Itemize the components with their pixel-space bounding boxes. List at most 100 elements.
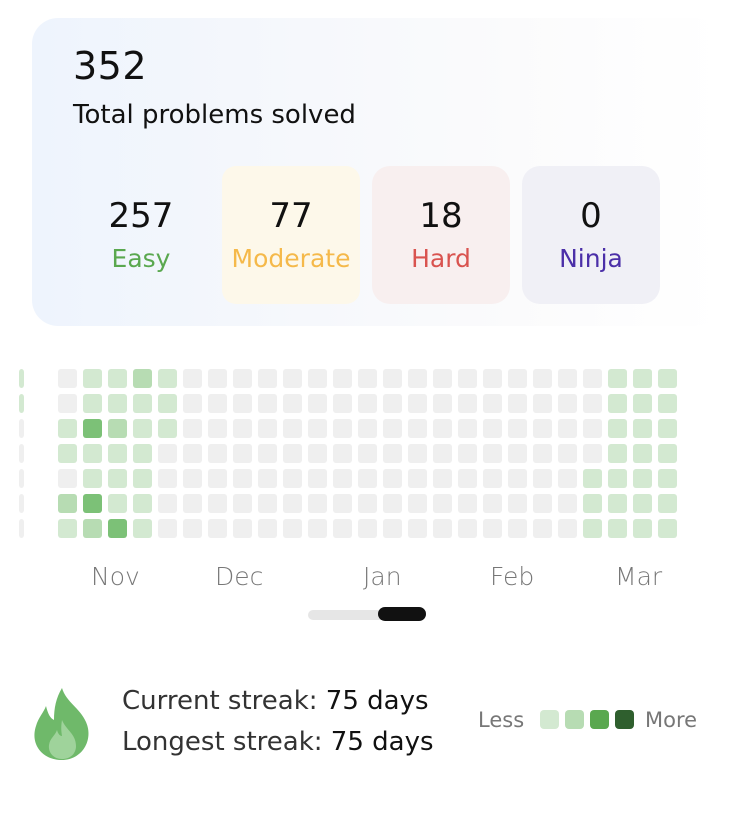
heatmap-cell[interactable] [158,369,177,388]
heatmap-cell[interactable] [558,419,577,438]
heatmap-cell[interactable] [383,369,402,388]
heatmap-cell[interactable] [358,444,377,463]
heatmap-scroll-thumb[interactable] [378,607,426,621]
heatmap-cell[interactable] [58,519,77,538]
heatmap-cell[interactable] [508,394,527,413]
heatmap-cell[interactable] [58,469,77,488]
heatmap-cell[interactable] [658,369,677,388]
heatmap-cell[interactable] [258,394,277,413]
heatmap-cell[interactable] [333,444,352,463]
heatmap-cell[interactable] [158,494,177,513]
heatmap-cell[interactable] [608,369,627,388]
heatmap-cell[interactable] [433,469,452,488]
heatmap-cell[interactable] [658,519,677,538]
heatmap-cell[interactable] [333,519,352,538]
heatmap-cell[interactable] [558,369,577,388]
heatmap-cell[interactable] [19,444,24,463]
heatmap-cell[interactable] [133,469,152,488]
heatmap-cell[interactable] [83,369,102,388]
heatmap-cell[interactable] [533,394,552,413]
heatmap-cell[interactable] [283,519,302,538]
heatmap-cell[interactable] [658,494,677,513]
heatmap-cell[interactable] [408,519,427,538]
heatmap-cell[interactable] [258,469,277,488]
heatmap-cell[interactable] [333,369,352,388]
heatmap-cell[interactable] [58,394,77,413]
heatmap-cell[interactable] [208,394,227,413]
heatmap-cell[interactable] [133,394,152,413]
heatmap-cell[interactable] [108,469,127,488]
heatmap-cell[interactable] [333,394,352,413]
heatmap-cell[interactable] [508,369,527,388]
heatmap-cell[interactable] [633,469,652,488]
heatmap-cell[interactable] [483,469,502,488]
heatmap-cell[interactable] [108,444,127,463]
heatmap-cell[interactable] [458,494,477,513]
heatmap-cell[interactable] [58,369,77,388]
heatmap-cell[interactable] [658,394,677,413]
heatmap-cell[interactable] [633,369,652,388]
heatmap-cell[interactable] [208,444,227,463]
heatmap-cell[interactable] [383,469,402,488]
heatmap-cell[interactable] [183,394,202,413]
heatmap-cell[interactable] [308,519,327,538]
heatmap-cell[interactable] [583,394,602,413]
heatmap-cell[interactable] [83,419,102,438]
heatmap-cell[interactable] [258,444,277,463]
heatmap-cell[interactable] [608,494,627,513]
heatmap-cell[interactable] [208,369,227,388]
heatmap-cell[interactable] [208,469,227,488]
heatmap-cell[interactable] [83,469,102,488]
heatmap-cell[interactable] [583,369,602,388]
heatmap-cell[interactable] [658,444,677,463]
heatmap-cell[interactable] [333,419,352,438]
heatmap-cell[interactable] [133,419,152,438]
heatmap-cell[interactable] [283,494,302,513]
heatmap-cell[interactable] [208,494,227,513]
heatmap-cell[interactable] [458,369,477,388]
heatmap-cell[interactable] [108,394,127,413]
heatmap-cell[interactable] [508,519,527,538]
heatmap-cell[interactable] [19,494,24,513]
heatmap-cell[interactable] [433,519,452,538]
heatmap-cell[interactable] [358,494,377,513]
heatmap-cell[interactable] [158,394,177,413]
heatmap-cell[interactable] [158,444,177,463]
heatmap-cell[interactable] [458,419,477,438]
heatmap-cell[interactable] [433,419,452,438]
heatmap-cell[interactable] [133,444,152,463]
heatmap-cell[interactable] [19,394,24,413]
heatmap-cell[interactable] [508,419,527,438]
heatmap-cell[interactable] [283,469,302,488]
heatmap-cell[interactable] [583,419,602,438]
heatmap-cell[interactable] [58,419,77,438]
heatmap-cell[interactable] [508,469,527,488]
heatmap-cell[interactable] [83,444,102,463]
heatmap-cell[interactable] [458,469,477,488]
heatmap-cell[interactable] [383,394,402,413]
heatmap-cell[interactable] [433,444,452,463]
heatmap-cell[interactable] [308,369,327,388]
heatmap-cell[interactable] [283,419,302,438]
heatmap-cell[interactable] [283,444,302,463]
heatmap-cell[interactable] [533,419,552,438]
heatmap-cell[interactable] [233,369,252,388]
heatmap-cell[interactable] [183,369,202,388]
heatmap-cell[interactable] [433,494,452,513]
heatmap-cell[interactable] [583,469,602,488]
heatmap-cell[interactable] [83,394,102,413]
heatmap-cell[interactable] [458,444,477,463]
heatmap-cell[interactable] [433,369,452,388]
heatmap-cell[interactable] [358,519,377,538]
heatmap-cell[interactable] [483,444,502,463]
heatmap-cell[interactable] [383,444,402,463]
heatmap-cell[interactable] [133,369,152,388]
heatmap-cell[interactable] [183,444,202,463]
heatmap-cell[interactable] [19,419,24,438]
heatmap-cell[interactable] [308,494,327,513]
heatmap-cell[interactable] [133,494,152,513]
heatmap-cell[interactable] [108,494,127,513]
heatmap-cell[interactable] [408,469,427,488]
heatmap-cell[interactable] [633,444,652,463]
heatmap-cell[interactable] [358,469,377,488]
